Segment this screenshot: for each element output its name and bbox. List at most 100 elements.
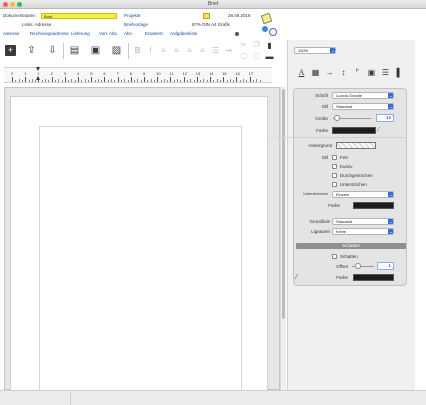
scrollbar-thumb[interactable] xyxy=(282,89,285,319)
ruler-minor-tick xyxy=(239,80,241,82)
plus-icon[interactable]: + xyxy=(5,45,16,56)
shadow-offset-input[interactable]: 1 xyxy=(377,262,394,270)
bold-checkbox[interactable] xyxy=(332,155,337,160)
font-label: Schrift xyxy=(315,93,328,98)
chevron-down-icon: ⌄ xyxy=(388,93,393,98)
ruler-number: 11 xyxy=(169,71,174,76)
ruler-minor-tick xyxy=(137,79,139,82)
ruler-minor-tick xyxy=(173,80,175,82)
ruler-major-tick xyxy=(12,77,13,82)
trash-icon[interactable]: ▮ xyxy=(264,40,275,51)
link-extended[interactable]: Erweitert xyxy=(145,31,163,36)
ruler-minor-tick xyxy=(54,80,56,82)
info-dot-icon[interactable] xyxy=(262,26,268,32)
connector-line xyxy=(270,137,293,138)
ruler-minor-tick xyxy=(74,80,76,82)
ruler-major-tick xyxy=(157,77,159,82)
ruler-major-tick xyxy=(196,77,198,82)
shadow-offset-slider-knob[interactable] xyxy=(355,263,361,269)
underline-color-label: Farbe xyxy=(328,203,340,208)
ruler-minor-tick xyxy=(71,79,73,82)
italic-checkbox-label: Kursiv xyxy=(340,164,353,169)
justify-icon: ≡ xyxy=(200,46,205,55)
vertical-scrollbar[interactable] xyxy=(280,87,286,390)
note-icon[interactable] xyxy=(260,12,273,25)
font-select[interactable]: Lucida Grande ⌄ xyxy=(332,92,394,99)
ruler-minor-tick xyxy=(167,80,169,82)
ruler-minor-tick xyxy=(120,80,122,82)
zoom-select[interactable]: 100% ⌄ xyxy=(294,47,336,54)
link-delivery[interactable]: Lieferung xyxy=(71,31,90,36)
eyedropper-icon[interactable]: ⁄ xyxy=(296,274,297,281)
bold-icon: B xyxy=(134,46,141,55)
help-icon[interactable] xyxy=(269,28,277,36)
arrow-icon[interactable]: → xyxy=(324,67,335,79)
bold-checkbox-label: Fett xyxy=(340,155,348,160)
pdf-icon[interactable]: ▨ xyxy=(111,45,122,56)
ruler-minor-tick xyxy=(147,80,149,82)
text-format-icon[interactable]: A xyxy=(296,67,307,79)
link-billing-address[interactable]: Rechnungsadresse xyxy=(30,31,69,36)
link-sender[interactable]: Abs. xyxy=(124,31,133,36)
shadow-checkbox[interactable] xyxy=(332,254,337,259)
horizontal-ruler[interactable]: 2 1 1 2 3 4 5 6 7 8 9 10 11 12 13 14 15 16 17 xyxy=(4,67,272,83)
export-icon[interactable]: ⇪ xyxy=(26,45,37,56)
print-icon[interactable]: ▤ xyxy=(69,45,80,56)
archive-icon[interactable]: ▬ xyxy=(264,51,275,62)
ruler-minor-tick xyxy=(28,80,30,82)
text-color-well[interactable] xyxy=(332,127,376,134)
ruler-major-tick xyxy=(64,77,66,82)
eyedropper-icon[interactable]: ⁄ xyxy=(378,127,379,134)
ruler-major-tick xyxy=(117,77,119,82)
indent-icon: ⇥ xyxy=(225,46,232,55)
ruler-minor-tick xyxy=(256,79,258,82)
layers-icon[interactable]: ☰ xyxy=(380,67,391,79)
ruler-number: 14 xyxy=(209,71,214,76)
calendar-icon[interactable] xyxy=(203,13,210,19)
ruler-number: 8 xyxy=(129,71,133,76)
ruler-number: 13 xyxy=(195,71,201,76)
import-icon[interactable]: ⇩ xyxy=(47,45,58,56)
ruler-minor-tick xyxy=(124,79,126,82)
baseline-label: Grundlinie xyxy=(309,219,330,224)
background-color-well[interactable] xyxy=(336,142,376,149)
underline-type-select[interactable]: Einzeln ⌄ xyxy=(332,191,394,198)
link-template-sender[interactable]: Vorl. Abs. xyxy=(99,31,118,36)
pin-icon[interactable]: ▌ xyxy=(394,67,405,79)
ruler-minor-tick xyxy=(101,80,103,82)
ruler-number: 7 xyxy=(116,71,119,76)
ruler-number: 4 xyxy=(77,71,80,76)
underline-color-well[interactable] xyxy=(353,202,394,209)
underline-checkbox[interactable] xyxy=(332,182,337,187)
italic-checkbox[interactable] xyxy=(332,164,337,169)
corner-icon[interactable]: ⌜ xyxy=(352,67,363,79)
style-select[interactable]: Standard ⌄ xyxy=(332,103,394,110)
ligature-select[interactable]: Keine ⌄ xyxy=(332,228,394,235)
ruler-major-tick xyxy=(51,77,53,82)
size-slider-knob[interactable] xyxy=(334,115,340,121)
page-text-frame[interactable] xyxy=(39,126,242,392)
template-link[interactable]: Briefvorlage xyxy=(124,22,148,27)
ruler-minor-tick xyxy=(68,80,70,82)
ruler-minor-tick xyxy=(61,80,63,82)
size-input[interactable]: 12 xyxy=(376,114,394,122)
underline-checkbox-label: Unterstrichen xyxy=(340,182,367,187)
link-address[interactable]: Adresse xyxy=(3,31,20,36)
spacing-icon[interactable]: ↕ xyxy=(338,67,349,79)
chevron-down-icon: ⌄ xyxy=(388,229,393,234)
projects-link[interactable]: Projekte xyxy=(124,13,141,18)
ruler-minor-tick xyxy=(206,80,208,82)
chevron-down-icon: ⌄ xyxy=(388,104,393,109)
link-task-list[interactable]: Aufgabenliste xyxy=(170,31,197,36)
shadow-color-well[interactable] xyxy=(353,274,394,281)
baseline-select[interactable]: Standard ⌄ xyxy=(332,218,394,225)
paragraph-icon[interactable]: ▦ xyxy=(310,67,321,79)
ruler-minor-tick xyxy=(48,80,50,82)
strikethrough-checkbox[interactable] xyxy=(332,173,337,178)
ruler-major-tick xyxy=(144,77,145,82)
ruler-number: 5 xyxy=(90,71,93,76)
ruler-major-tick xyxy=(130,77,132,82)
print-preview-icon[interactable]: ▣ xyxy=(90,45,101,56)
frame-icon[interactable]: ▣ xyxy=(366,67,377,79)
document-name-field[interactable]: Brief xyxy=(41,13,117,19)
